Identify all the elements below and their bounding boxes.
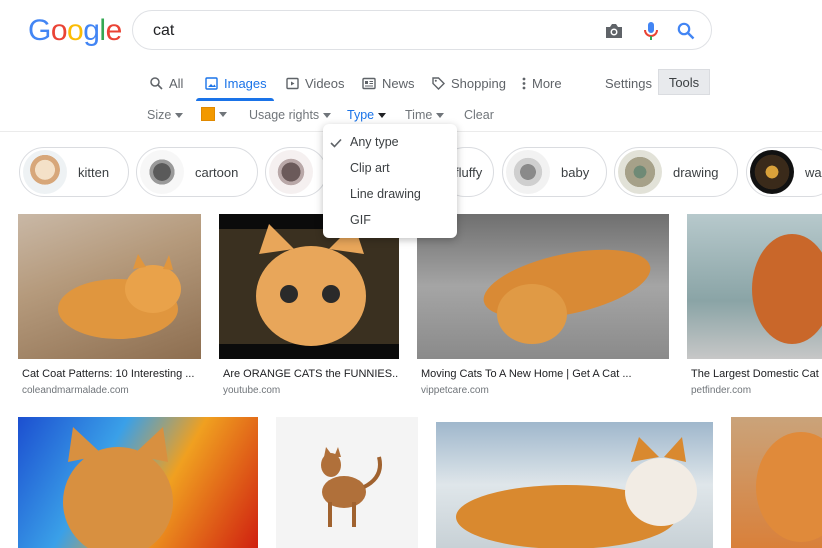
cat-image [321,447,382,527]
result-source[interactable]: youtube.com [223,385,280,396]
google-logo[interactable]: Google [28,14,122,48]
chip-label: drawing [673,164,719,180]
tab-news[interactable]: News [362,74,415,92]
tab-more[interactable]: More [522,74,562,92]
tab-label: All [169,75,184,91]
search-icon[interactable] [676,21,696,41]
chevron-down-icon [219,111,227,117]
result-image[interactable] [18,214,201,359]
result-source[interactable]: petfinder.com [691,385,751,396]
logo-letter: G [28,14,51,47]
tab-label: More [532,75,562,91]
news-icon [362,77,376,89]
chip-thumbnail [269,150,313,194]
time-filter-label: Time [405,108,433,122]
cat-image [63,427,173,548]
color-filter[interactable] [201,107,227,121]
settings-link[interactable]: Settings [605,74,652,92]
tab-videos[interactable]: Videos [286,74,345,92]
usage-rights-filter[interactable]: Usage rights [249,108,332,122]
size-filter[interactable]: Size [147,108,184,122]
chip-thumbnail [23,150,67,194]
type-dropdown-menu: Any type Clip art Line drawing GIF [323,124,457,238]
type-filter-label: Type [347,108,375,122]
tab-label: Videos [305,75,345,91]
tab-images[interactable]: Images [205,74,267,92]
chevron-down-icon [175,112,184,118]
time-filter[interactable]: Time [405,108,445,122]
result-image[interactable] [18,417,258,548]
tab-shopping[interactable]: Shopping [432,74,506,92]
result-caption[interactable]: Are ORANGE CATS the FUNNIES... [223,368,399,380]
search-icon [150,76,163,90]
chevron-down-icon [436,112,445,118]
chip-thumbnail [140,150,184,194]
settings-label: Settings [605,75,652,91]
chip-wallpaper[interactable]: wa [746,147,822,197]
result-caption[interactable]: The Largest Domestic Cat [691,368,822,380]
chip-thumbnail [506,150,550,194]
clear-filters-button[interactable]: Clear [464,108,494,122]
type-filter[interactable]: Type [347,108,387,122]
menu-item-gif[interactable]: GIF [350,213,371,227]
usage-rights-label: Usage rights [249,108,320,122]
menu-item-clip-art[interactable]: Clip art [350,161,390,175]
checkmark-icon [330,138,342,148]
chip-kitten[interactable]: kitten [19,147,129,197]
logo-letter: e [105,14,123,47]
result-source[interactable]: vippetcare.com [421,385,489,396]
tag-icon [432,76,445,90]
chip-label: baby [561,164,590,180]
chip-cartoon[interactable]: cartoon [136,147,258,197]
cat-image [456,437,697,548]
chip-label: kitten [78,164,110,180]
size-filter-label: Size [147,108,172,122]
microphone-icon[interactable] [641,21,661,41]
result-image[interactable] [276,417,418,548]
logo-letter: o [67,14,84,47]
chip-cat-emoji[interactable] [265,147,327,197]
logo-letter: o [50,14,68,47]
active-tab-indicator [196,98,274,101]
search-box[interactable]: cat [132,10,712,50]
tab-label: News [382,75,415,91]
video-icon [286,77,299,89]
chip-baby[interactable]: baby [502,147,607,197]
result-image[interactable] [436,422,713,548]
chip-label: wa [805,164,822,180]
color-swatch [201,107,215,121]
tools-button[interactable]: Tools [658,69,710,95]
chevron-down-icon [323,112,332,118]
chip-drawing[interactable]: drawing [614,147,738,197]
cat-image [58,254,181,339]
clear-label: Clear [464,108,494,122]
image-icon [205,76,218,90]
more-vert-icon [522,77,526,89]
result-image[interactable] [731,417,822,548]
result-image[interactable] [687,214,822,359]
chip-label: cartoon [195,164,239,180]
result-caption[interactable]: Moving Cats To A New Home | Get A Cat ..… [421,368,667,380]
search-input[interactable]: cat [153,22,174,40]
result-source[interactable]: coleandmarmalade.com [22,385,129,396]
tab-label: Images [224,75,267,91]
tab-all[interactable]: All [150,74,183,92]
cat-image [752,234,822,344]
cat-image [756,432,822,542]
tools-label: Tools [668,74,700,90]
chip-thumbnail [618,150,662,194]
chip-thumbnail [750,150,794,194]
menu-item-any-type[interactable]: Any type [350,135,399,149]
tab-label: Shopping [451,75,506,91]
result-caption[interactable]: Cat Coat Patterns: 10 Interesting ... [22,368,200,380]
menu-item-line-drawing[interactable]: Line drawing [350,187,421,201]
camera-icon[interactable] [604,21,624,41]
chevron-down-icon [378,112,387,118]
logo-letter: g [83,14,100,47]
